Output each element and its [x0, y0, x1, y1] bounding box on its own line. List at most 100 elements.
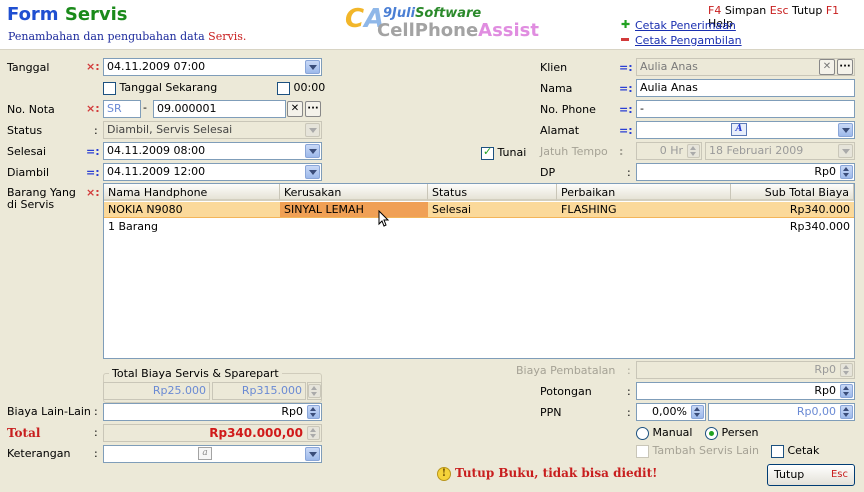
colon: : — [94, 405, 98, 418]
readonly-warning: ! Tutup Buku, tidak bisa diedit! — [437, 466, 657, 481]
tambah-servis-checkbox[interactable]: Tambah Servis Lain — [636, 444, 759, 458]
chevron-down-icon[interactable] — [305, 447, 320, 461]
form-title: Form Servis — [7, 4, 128, 25]
chevron-down-icon[interactable] — [305, 165, 320, 179]
tambah-servis-label: Tambah Servis Lain — [652, 444, 760, 457]
cetak-checkbox[interactable]: Cetak — [771, 444, 819, 458]
ppn-percent-value: 0,00% — [652, 405, 687, 418]
biaya-pembatalan-field[interactable]: Rp0 — [636, 361, 855, 379]
optional-mark: =: — [86, 145, 100, 158]
keterangan-field[interactable]: a — [103, 445, 322, 463]
column-header-perbaikan[interactable]: Perbaikan — [557, 184, 731, 201]
jatuh-tempo-date-value: 18 Februari 2009 — [709, 144, 804, 157]
phone-field[interactable]: - — [636, 100, 855, 118]
jatuh-tempo-date[interactable]: 18 Februari 2009 — [705, 142, 855, 160]
tanggal-sekarang-label: Tanggal Sekarang — [119, 81, 218, 94]
colon: : — [627, 166, 631, 179]
grid-cell-perbaikan[interactable]: FLASHING — [557, 202, 731, 218]
spin-icon[interactable] — [840, 363, 853, 377]
dp-field[interactable]: Rp0 — [636, 163, 855, 181]
spin-icon[interactable] — [840, 165, 853, 179]
grid-cell-status[interactable]: Selesai — [428, 202, 557, 218]
checkbox-icon[interactable] — [481, 145, 494, 160]
memo-icon[interactable]: A — [731, 123, 747, 136]
required-mark: ×: — [86, 102, 100, 115]
selesai-field[interactable]: 04.11.2009 08:00 — [103, 142, 322, 160]
title-part2: Servis — [64, 4, 128, 25]
diambil-field[interactable]: 04.11.2009 12:00 — [103, 163, 322, 181]
checkbox-icon[interactable] — [103, 81, 116, 95]
tanggal-sekarang-checkbox[interactable]: Tanggal Sekarang — [103, 81, 217, 95]
grid-cell-handphone[interactable]: NOKIA N9080 — [104, 202, 280, 218]
ellipsis-icon[interactable]: ··· — [837, 59, 853, 75]
checkbox-icon[interactable] — [277, 81, 290, 95]
nota-field[interactable]: 09.000001 — [153, 100, 286, 118]
jatuh-tempo-days[interactable]: 0 Hr — [636, 142, 702, 160]
status-field[interactable]: Diambil, Servis Selesai — [103, 121, 322, 139]
column-header-subtotal[interactable]: Sub Total Biaya — [731, 184, 854, 201]
grid-footer-total: Rp340.000 — [789, 220, 850, 233]
radio-icon[interactable] — [705, 426, 718, 440]
shortcut-close[interactable]: Tutup — [792, 4, 822, 17]
checkbox-icon[interactable] — [636, 444, 649, 458]
time-checkbox[interactable]: 00:00 — [277, 81, 325, 95]
sparepart-total-field[interactable]: Rp315.000 — [212, 382, 306, 400]
status-label: Status — [7, 124, 43, 137]
chevron-down-icon[interactable] — [305, 60, 320, 74]
biaya-lain-field[interactable]: Rp0 — [103, 403, 322, 421]
checkbox-icon[interactable] — [771, 444, 784, 458]
warning-text: Tutup Buku, tidak bisa diedit! — [455, 466, 658, 480]
total-label: Total — [7, 426, 41, 440]
plus-icon: ✚ — [621, 18, 631, 31]
service-items-grid[interactable]: Nama Handphone Kerusakan Status Perbaika… — [103, 183, 855, 359]
print-pickup-link[interactable]: Cetak Pengambilan — [635, 34, 742, 47]
ppn-percent-field[interactable]: 0,00% — [636, 403, 706, 421]
totals-spin[interactable] — [307, 382, 322, 400]
spin-icon[interactable] — [691, 405, 704, 419]
biaya-lain-label: Biaya Lain-Lain — [7, 405, 91, 418]
ellipsis-icon[interactable]: ··· — [305, 101, 321, 117]
radio-icon[interactable] — [636, 426, 649, 440]
nama-field[interactable]: Aulia Anas — [636, 79, 855, 97]
spin-icon[interactable] — [840, 384, 853, 398]
column-header-kerusakan[interactable]: Kerusakan — [280, 184, 428, 201]
spin-icon[interactable] — [687, 144, 700, 158]
chevron-down-icon[interactable] — [838, 144, 853, 158]
potongan-field[interactable]: Rp0 — [636, 382, 855, 400]
close-button-label: Tutup — [774, 468, 805, 481]
grid-cell-subtotal[interactable]: Rp340.000 — [731, 202, 854, 218]
spin-icon[interactable] — [307, 405, 320, 419]
spin-icon[interactable] — [308, 384, 321, 398]
column-header-handphone[interactable]: Nama Handphone — [104, 184, 280, 201]
subtitle-text: Penambahan dan pengubahan data — [8, 30, 205, 43]
spin-icon[interactable] — [840, 405, 853, 419]
diambil-label: Diambil — [7, 166, 50, 179]
memo-icon[interactable]: a — [198, 447, 212, 460]
clear-icon[interactable]: ✕ — [287, 101, 303, 117]
chevron-down-icon[interactable] — [305, 123, 320, 137]
nota-prefix-field[interactable]: SR — [103, 100, 141, 118]
manual-radio[interactable]: Manual — [636, 426, 692, 440]
servis-total-field[interactable]: Rp25.000 — [103, 382, 210, 400]
total-value: Rp340.000,00 — [209, 426, 303, 440]
clear-icon[interactable]: ✕ — [819, 59, 835, 75]
shortcut-save[interactable]: Simpan — [725, 4, 766, 17]
totals-legend: Total Biaya Servis & Sparepart — [109, 367, 282, 380]
mouse-cursor-icon — [378, 210, 390, 227]
status-value: Diambil, Servis Selesai — [107, 123, 233, 136]
optional-mark: =: — [619, 124, 633, 137]
grid-cell-kerusakan[interactable]: SINYAL LEMAH — [280, 202, 428, 218]
print-receipt-link[interactable]: Cetak Penerimaan — [635, 19, 736, 32]
barang-label: Barang Yang di Servis — [7, 186, 76, 211]
close-button[interactable]: Tutup Esc — [767, 464, 855, 486]
persen-radio[interactable]: Persen — [705, 426, 759, 440]
chevron-down-icon[interactable] — [838, 123, 853, 137]
tanggal-field[interactable]: 04.11.2009 07:00 — [103, 58, 322, 76]
nama-label: Nama — [540, 82, 573, 95]
alamat-field[interactable]: A — [636, 121, 855, 139]
ppn-value-field[interactable]: Rp0,00 — [708, 403, 855, 421]
chevron-down-icon[interactable] — [305, 144, 320, 158]
tunai-checkbox[interactable]: Tunai — [481, 145, 526, 160]
column-header-status[interactable]: Status — [428, 184, 557, 201]
colon: : — [627, 385, 631, 398]
